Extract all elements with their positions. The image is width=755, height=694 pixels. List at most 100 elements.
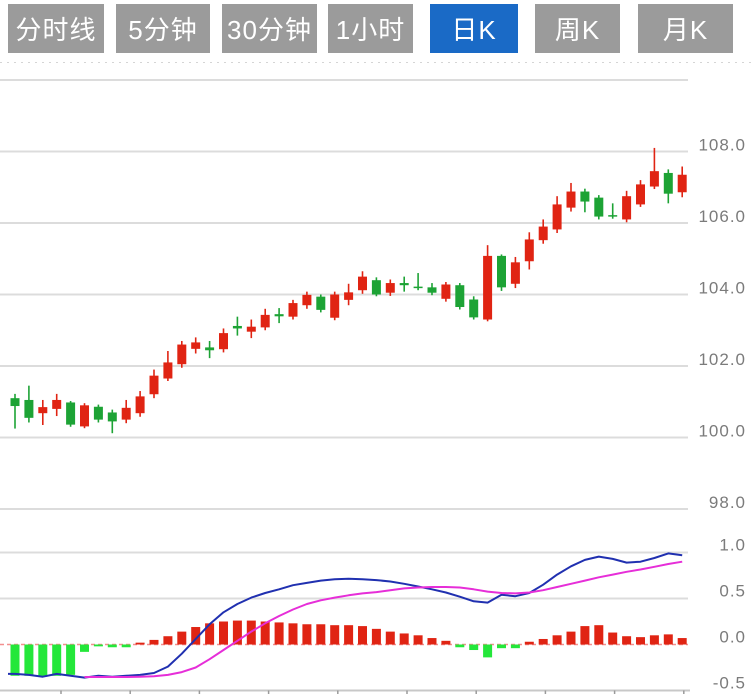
candle-body-up	[247, 327, 256, 332]
candle-body-up	[136, 396, 145, 413]
candle-body-down	[205, 347, 214, 350]
macd-tick-label: -0.5	[713, 674, 746, 693]
candle-body-down	[580, 192, 589, 202]
candle-body-down	[11, 398, 20, 406]
candle-body-up	[483, 256, 492, 320]
candle-body-up	[289, 303, 298, 317]
candle-body-up	[650, 171, 659, 186]
candle-body-up	[177, 345, 186, 365]
candle-body-up	[122, 408, 131, 420]
candle-body-up	[441, 284, 450, 298]
price-tick-label: 98.0	[709, 493, 746, 512]
macd-histogram-bar	[11, 645, 20, 676]
macd-histogram-bar	[219, 622, 228, 645]
macd-histogram-bar	[122, 645, 131, 648]
macd-histogram-bar	[150, 640, 159, 645]
candle-body-down	[594, 198, 603, 217]
macd-histogram-bar	[24, 645, 33, 676]
macd-histogram-bar	[330, 625, 339, 644]
candle-body-up	[219, 333, 228, 349]
candle-body-up	[330, 295, 339, 318]
price-tick-label: 104.0	[698, 279, 746, 298]
candle-body-up	[38, 407, 47, 413]
candle-body-up	[191, 342, 200, 348]
candle-body-down	[24, 400, 33, 418]
candle-body-down	[455, 285, 464, 307]
macd-histogram-bar	[80, 645, 89, 652]
candle-body-up	[525, 239, 534, 261]
macd-histogram-bar	[678, 638, 687, 644]
candle-body-down	[469, 300, 478, 318]
macd-histogram-bar	[386, 632, 395, 645]
candle-body-down	[66, 402, 75, 424]
macd-histogram-bar	[539, 639, 548, 645]
candle-body-up	[150, 376, 159, 395]
candle-body-down	[608, 215, 617, 217]
candle-body-down	[428, 287, 437, 292]
candle-body-down	[497, 256, 506, 287]
price-tick-label: 106.0	[698, 207, 746, 226]
macd-histogram-bar	[455, 645, 464, 648]
macd-histogram-bar	[52, 645, 61, 676]
price-tick-label: 100.0	[698, 422, 746, 441]
macd-histogram-bar	[400, 633, 409, 644]
macd-histogram-bar	[108, 645, 117, 648]
macd-histogram-bar	[428, 638, 437, 644]
macd-histogram-bar	[483, 645, 492, 658]
macd-histogram-bar	[358, 626, 367, 644]
candle-body-up	[80, 405, 89, 426]
macd-tick-label: 1.0	[719, 536, 746, 555]
dif-line	[8, 553, 682, 677]
macd-histogram-bar	[316, 624, 325, 644]
macd-histogram-bar	[275, 622, 284, 644]
macd-histogram-bar	[414, 635, 423, 644]
macd-histogram-bar	[302, 624, 311, 644]
candle-body-up	[163, 362, 172, 378]
candle-body-down	[94, 407, 103, 420]
macd-histogram-bar	[66, 645, 75, 675]
macd-histogram-bar	[163, 636, 172, 644]
macd-histogram-bar	[650, 635, 659, 644]
macd-histogram-bar	[525, 642, 534, 645]
candle-body-down	[275, 314, 284, 316]
macd-histogram-bar	[622, 636, 631, 644]
candle-body-up	[567, 192, 576, 208]
candle-body-down	[414, 287, 423, 289]
candle-body-down	[316, 297, 325, 310]
candle-body-up	[622, 196, 631, 219]
macd-histogram-bar	[38, 645, 47, 677]
candle-body-up	[358, 277, 367, 291]
macd-histogram-bar	[441, 641, 450, 645]
candle-body-up	[302, 295, 311, 305]
macd-histogram-bar	[289, 623, 298, 644]
candle-body-down	[372, 280, 381, 294]
kline-macd-chart[interactable]: 108.0 106.0 104.0 102.0 100.0 98.0 1.0 0.5 0.0 -0…	[0, 0, 755, 694]
candle-body-up	[386, 283, 395, 293]
macd-histogram-bar	[94, 645, 103, 647]
macd-tick-label: 0.0	[719, 628, 746, 647]
price-tick-label: 108.0	[698, 136, 746, 155]
candle-body-down	[233, 326, 242, 329]
candle-body-up	[344, 292, 353, 300]
macd-histogram-bar	[497, 645, 506, 649]
candle-body-up	[511, 262, 520, 283]
macd-histogram-bar	[664, 634, 673, 644]
macd-histogram-bar	[469, 645, 478, 651]
macd-histogram-bar	[580, 626, 589, 644]
price-tick-label: 102.0	[698, 350, 746, 369]
candle-body-up	[261, 315, 270, 328]
macd-histogram-bar	[344, 625, 353, 644]
macd-histogram-bar	[511, 645, 520, 649]
candle-body-up	[539, 227, 548, 241]
candle-body-down	[400, 283, 409, 285]
macd-histogram-bar	[136, 643, 145, 645]
candle-body-up	[636, 184, 645, 204]
macd-histogram-bar	[567, 632, 576, 645]
macd-histogram-bar	[636, 637, 645, 644]
candle-body-up	[553, 204, 562, 229]
macd-histogram-bar	[594, 625, 603, 644]
macd-histogram-bar	[177, 632, 186, 645]
macd-histogram-bar	[553, 635, 562, 644]
candle-body-up	[52, 400, 61, 409]
macd-tick-label: 0.5	[719, 582, 746, 601]
